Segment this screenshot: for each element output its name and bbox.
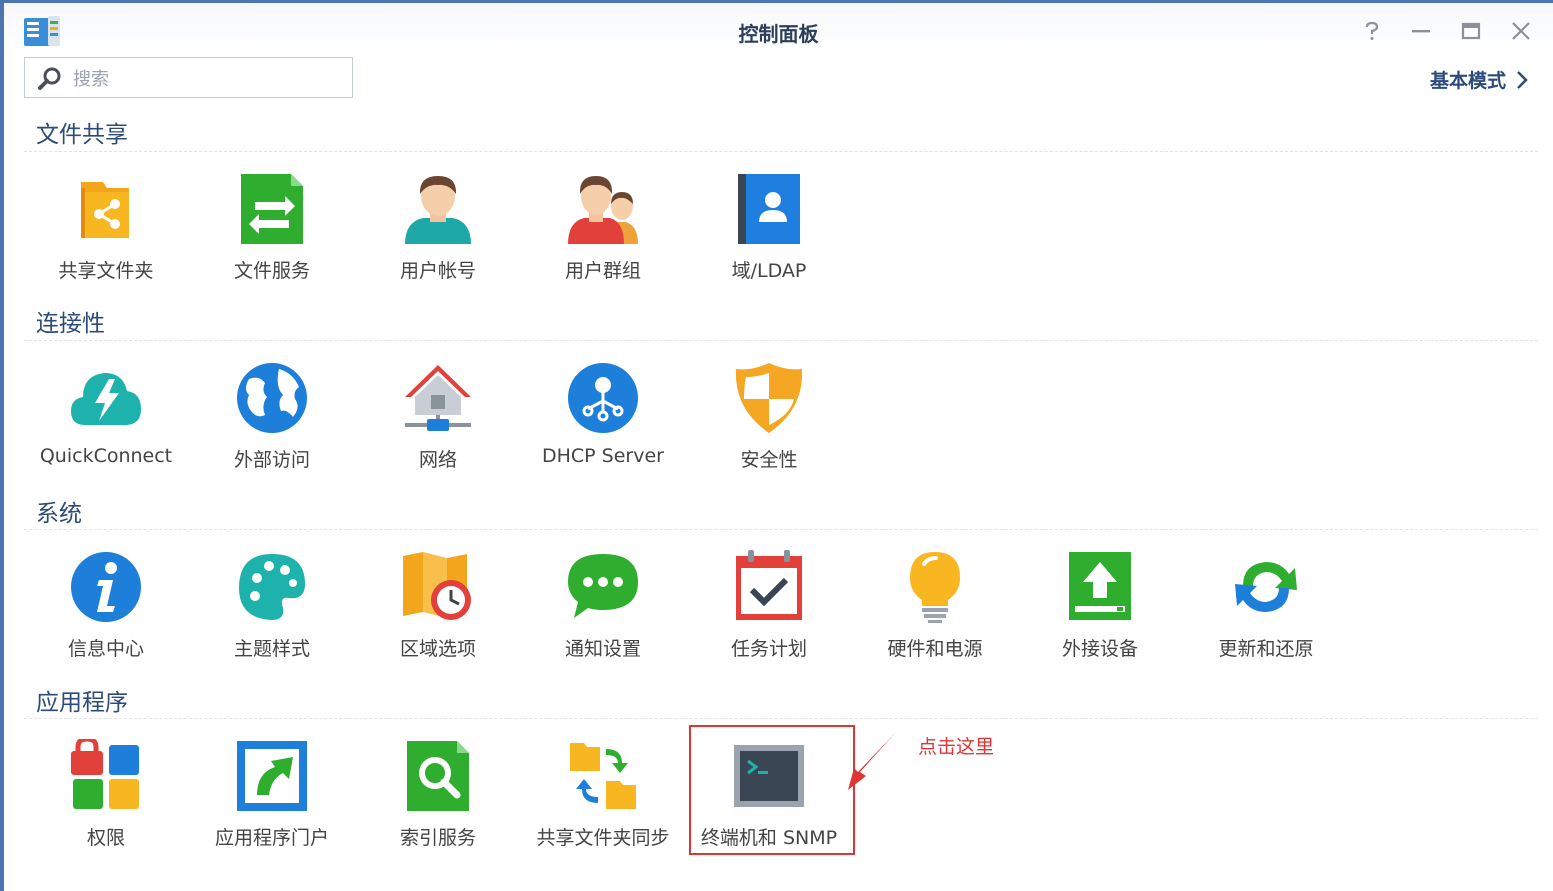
section-divider xyxy=(24,718,1538,719)
folder-sync-icon xyxy=(570,743,636,809)
tile-task-scheduler[interactable]: 任务计划 xyxy=(686,550,852,668)
section-title-connectivity: 连接性 xyxy=(36,311,105,337)
section-title-system: 系统 xyxy=(36,501,82,527)
basic-mode-label: 基本模式 xyxy=(1429,70,1506,92)
tile-label: 外部访问 xyxy=(233,449,310,471)
tile-label: 更新和还原 xyxy=(1218,638,1314,660)
tile-domain-ldap[interactable]: 域/LDAP xyxy=(686,172,852,290)
tile-shared-folder-sync[interactable]: 共享文件夹同步 xyxy=(520,739,686,857)
tile-label: 权限 xyxy=(86,827,125,849)
chat-bubble-icon xyxy=(568,554,638,618)
tile-update-restore[interactable]: 更新和还原 xyxy=(1183,550,1349,668)
tile-network[interactable]: 网络 xyxy=(355,361,521,479)
tile-notification[interactable]: 通知设置 xyxy=(520,550,686,668)
tile-label: 域/LDAP xyxy=(731,260,807,282)
maximize-icon[interactable] xyxy=(1459,19,1483,43)
privileges-icon xyxy=(71,739,139,809)
tile-label: 网络 xyxy=(418,449,457,471)
tile-user-group[interactable]: 用户群组 xyxy=(520,172,686,290)
tile-theme[interactable]: 主题样式 xyxy=(189,550,355,668)
network-house-icon xyxy=(405,365,471,431)
external-device-icon xyxy=(1069,552,1131,620)
search-icon xyxy=(38,67,61,90)
tile-quickconnect[interactable]: QuickConnect xyxy=(23,361,189,479)
tile-label: 硬件和电源 xyxy=(887,638,983,660)
tile-label: QuickConnect xyxy=(39,445,173,467)
tile-security[interactable]: 安全性 xyxy=(686,361,852,479)
annotation-text: 点击这里 xyxy=(918,736,995,758)
tile-external-access[interactable]: 外部访问 xyxy=(189,361,355,479)
tile-info-center[interactable]: 信息中心 xyxy=(23,550,189,668)
section-divider xyxy=(24,340,1538,341)
tile-label: 共享文件夹 xyxy=(58,260,154,282)
tile-label: 信息中心 xyxy=(67,638,144,660)
shared-folder-icon xyxy=(81,182,129,238)
user-group-icon xyxy=(568,176,638,244)
user-icon xyxy=(405,176,471,244)
dhcp-icon xyxy=(568,363,638,433)
tile-label: 外接设备 xyxy=(1061,638,1138,660)
tile-label: 通知设置 xyxy=(564,638,641,660)
tile-regional-options[interactable]: 区域选项 xyxy=(355,550,521,668)
window-frame-left xyxy=(0,0,4,891)
tile-privileges[interactable]: 权限 xyxy=(23,739,189,857)
cloud-lightning-icon xyxy=(71,373,141,425)
tile-label: 任务计划 xyxy=(730,638,807,660)
minimize-icon[interactable] xyxy=(1409,19,1433,43)
shield-icon xyxy=(735,363,803,433)
title-bar[interactable]: 控制面板 xyxy=(4,3,1553,53)
tile-file-services[interactable]: 文件服务 xyxy=(189,172,355,290)
tile-label: 共享文件夹同步 xyxy=(536,827,670,849)
search-input[interactable] xyxy=(71,64,345,94)
tile-dhcp-server[interactable]: DHCP Server xyxy=(520,361,686,479)
map-clock-icon xyxy=(403,552,471,620)
tile-application-portal[interactable]: 应用程序门户 xyxy=(189,739,355,857)
tile-label: 安全性 xyxy=(740,449,798,471)
chevron-right-icon xyxy=(1517,70,1528,89)
palette-icon xyxy=(239,554,305,620)
globe-icon xyxy=(237,363,307,433)
tile-indexing-service[interactable]: 索引服务 xyxy=(355,739,521,857)
contact-book-icon xyxy=(738,174,800,244)
tile-label: 用户帐号 xyxy=(399,260,476,282)
lightbulb-icon xyxy=(910,552,960,623)
file-services-icon xyxy=(241,174,303,244)
search-document-icon xyxy=(407,741,469,811)
basic-mode-link[interactable]: 基本模式 xyxy=(1430,66,1528,93)
window-title: 控制面板 xyxy=(738,22,819,46)
portal-arrow-icon xyxy=(237,741,307,811)
tile-label: 主题样式 xyxy=(233,638,310,660)
help-icon[interactable] xyxy=(1360,19,1384,43)
section-title-file-sharing: 文件共享 xyxy=(36,122,128,148)
tile-label: 用户群组 xyxy=(564,260,641,282)
info-icon xyxy=(71,552,141,622)
close-icon[interactable] xyxy=(1509,19,1533,43)
tile-user-account[interactable]: 用户帐号 xyxy=(355,172,521,290)
section-title-applications: 应用程序 xyxy=(36,690,128,716)
section-divider xyxy=(24,151,1538,152)
search-box[interactable] xyxy=(24,57,353,98)
tile-label: DHCP Server xyxy=(542,445,664,467)
annotation-arrow-icon xyxy=(848,732,896,790)
tile-shared-folder[interactable]: 共享文件夹 xyxy=(23,172,189,290)
tile-external-devices[interactable]: 外接设备 xyxy=(1017,550,1183,668)
highlight-box xyxy=(689,725,855,855)
tile-label: 应用程序门户 xyxy=(214,827,329,849)
tile-label: 索引服务 xyxy=(399,827,476,849)
tile-hardware-power[interactable]: 硬件和电源 xyxy=(852,550,1018,668)
tile-label: 文件服务 xyxy=(233,260,310,282)
refresh-icon xyxy=(1235,562,1297,612)
calendar-check-icon xyxy=(736,550,802,620)
section-divider xyxy=(24,529,1538,530)
tile-label: 区域选项 xyxy=(399,638,476,660)
